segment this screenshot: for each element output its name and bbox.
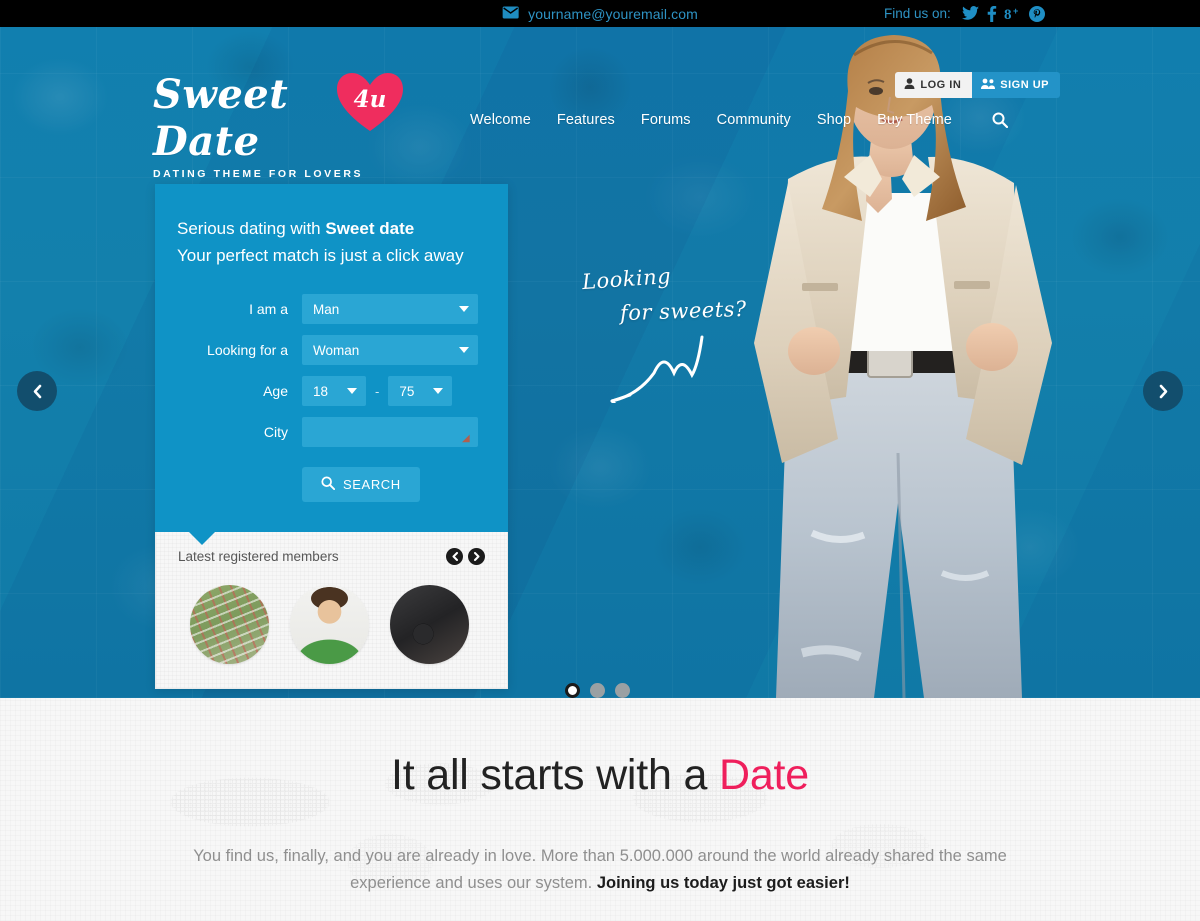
logo-tagline: DATING THEME FOR LOVERS [153,168,364,180]
label-i-am-a: I am a [249,301,288,317]
label-looking-for: Looking for a [207,342,288,358]
select-age-min-value: 18 [313,383,329,399]
control-city: ◢ [302,417,478,447]
intro-paragraph: You find us, finally, and you are alread… [160,843,1040,897]
select-age-min[interactable]: 18 [302,376,366,406]
slider-dot-2[interactable] [590,683,605,698]
page-title: It all starts with a Date [0,698,1200,800]
search-form-panel: Serious dating with Sweet date Your perf… [155,184,508,545]
top-bar: yourname@youremail.com Find us on: 8 + [0,0,1200,27]
chevron-down-icon [347,388,357,394]
control-looking-for: Woman [302,335,478,365]
nav-item-welcome[interactable]: Welcome [470,112,531,128]
login-button-label: LOG IN [920,79,962,91]
user-icon [904,78,915,92]
slider-prev-button[interactable] [17,371,57,411]
svg-text:+: + [1013,6,1018,16]
chevron-down-icon [459,347,469,353]
social-links: Find us on: 8 + [884,0,1045,27]
users-icon [981,78,996,92]
card-notch [189,532,215,545]
search-form: I am a Man Looking for a Woman Age 18 - … [177,294,486,502]
slider-dot-1[interactable] [565,683,580,698]
main-nav: Welcome Features Forums Community Shop B… [470,112,1008,128]
slider-dot-3[interactable] [615,683,630,698]
control-i-am-a: Man [302,294,478,324]
handwritten-arrow-icon [610,335,704,403]
city-input[interactable] [302,417,478,447]
nav-item-community[interactable]: Community [717,112,791,128]
find-us-label: Find us on: [884,6,951,21]
label-age: Age [263,383,288,399]
age-range-separator: - [375,383,380,399]
intro-section: It all starts with a Date You find us, f… [0,698,1200,921]
field-row-age: Age 18 - 75 [177,376,486,406]
handwritten-line-2: for sweets? [619,296,748,326]
nav-item-features[interactable]: Features [557,112,615,128]
nav-item-forums[interactable]: Forums [641,112,691,128]
googleplus-icon[interactable]: 8 + [1004,6,1022,21]
select-age-max-value: 75 [399,383,415,399]
hero-search-card: Serious dating with Sweet date Your perf… [155,184,508,689]
search-card-title-strong: Sweet date [325,219,415,238]
member-avatar-2[interactable] [290,585,369,664]
contact-email-text: yourname@youremail.com [528,5,698,22]
select-looking-for[interactable]: Woman [302,335,478,365]
latest-members-header: Latest registered members [178,548,485,565]
auth-buttons: LOG IN SIGN UP [895,72,1060,98]
field-row-i-am-a: I am a Man [177,294,486,324]
latest-members-avatars [178,585,485,664]
select-i-am-a[interactable]: Man [302,294,478,324]
site-header: Sweet Date DATING THEME FOR LOVERS 4u We… [0,27,1200,180]
site-logo[interactable]: Sweet Date DATING THEME FOR LOVERS 4u [153,71,403,180]
search-button[interactable]: SEARCH [302,467,420,502]
login-button[interactable]: LOG IN [895,72,973,98]
logo-heart-text: 4u [353,85,387,113]
twitter-icon[interactable] [961,6,979,21]
chevron-down-icon [433,388,444,394]
member-avatar-3[interactable] [390,585,469,664]
svg-text:8: 8 [1004,7,1012,21]
logo-heart: 4u [337,73,403,133]
intro-paragraph-strong: Joining us today just got easier! [596,874,850,892]
chevron-left-icon [33,384,41,398]
nav-item-buy-theme[interactable]: Buy Theme [877,112,952,128]
handwritten-line-1: Looking [581,263,672,295]
slider-next-button[interactable] [1143,371,1183,411]
facebook-icon[interactable] [986,5,997,22]
search-button-label: SEARCH [343,477,401,492]
select-i-am-a-value: Man [313,301,340,317]
hero-slider: Looking for sweets? Sweet Date DATING TH… [0,27,1200,698]
select-age-max[interactable]: 75 [388,376,453,406]
latest-members-panel: Latest registered members [155,532,508,689]
search-card-title-prefix: Serious dating with [177,219,326,238]
nav-item-shop[interactable]: Shop [817,112,851,128]
signup-button-label: SIGN UP [1000,79,1049,91]
search-card-subtitle: Your perfect match is just a click away [177,246,464,265]
page-root: yourname@youremail.com Find us on: 8 + L… [0,0,1200,921]
search-card-title: Serious dating with Sweet date [177,216,486,241]
slider-dots [565,683,630,698]
handwritten-note: Looking for sweets? [578,263,758,403]
page-title-accent: Date [718,751,809,799]
latest-members-title: Latest registered members [178,549,339,564]
control-age: 18 - 75 [302,376,453,406]
field-row-looking-for: Looking for a Woman [177,335,486,365]
arrow-left-circle-icon[interactable] [446,548,463,565]
chevron-down-icon [459,306,469,312]
search-icon[interactable] [992,112,1008,128]
field-row-city: City ◢ [177,417,486,447]
arrow-right-circle-icon[interactable] [468,548,485,565]
latest-members-arrows [446,548,485,565]
envelope-icon [502,6,519,22]
pinterest-icon[interactable] [1028,5,1045,22]
select-looking-for-value: Woman [313,342,360,358]
signup-button[interactable]: SIGN UP [972,72,1060,98]
search-icon [321,476,336,493]
chevron-right-icon [1159,384,1167,398]
contact-email[interactable]: yourname@youremail.com [502,6,698,22]
label-city: City [263,424,288,440]
page-title-plain: It all starts with a [391,751,719,799]
member-avatar-1[interactable] [190,585,269,664]
